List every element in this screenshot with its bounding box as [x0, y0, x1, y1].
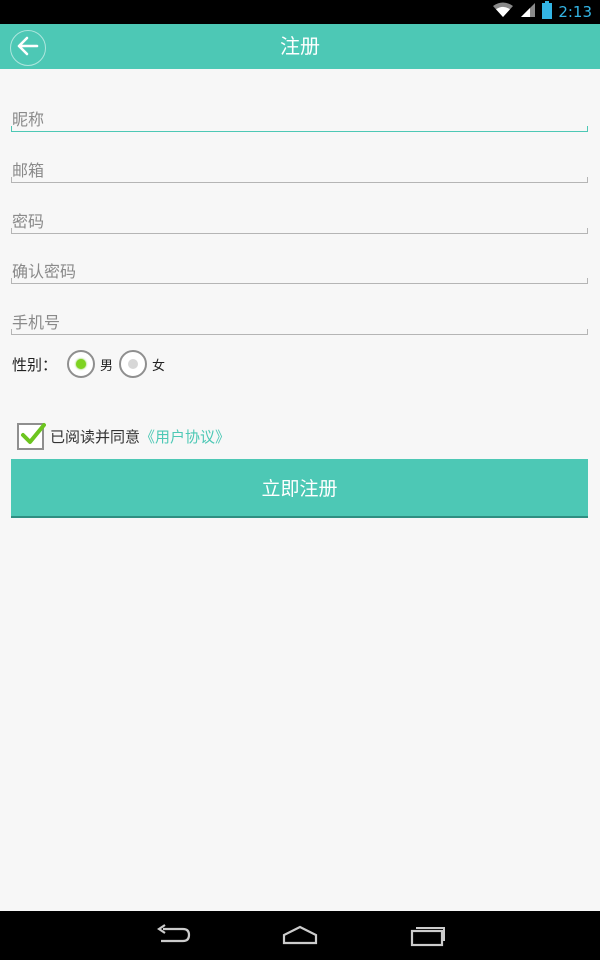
password-underline: [11, 228, 588, 234]
gender-male-radio[interactable]: [67, 350, 96, 378]
page-title: 注册: [280, 34, 320, 58]
user-agreement-link[interactable]: 《用户协议》: [140, 426, 230, 447]
recents-icon[interactable]: [410, 923, 446, 951]
wifi-icon: [492, 2, 514, 22]
back-icon[interactable]: [155, 923, 191, 951]
gender-female-radio[interactable]: [119, 350, 148, 378]
signal-icon: [520, 2, 536, 22]
radio-dot: [76, 359, 87, 369]
battery-icon: [542, 1, 553, 23]
navigation-bar: [0, 911, 600, 960]
checkmark-icon: [20, 421, 46, 451]
email-underline: [11, 177, 588, 183]
agreement-checkbox[interactable]: [17, 421, 46, 451]
confirm-password-underline: [11, 278, 588, 284]
gender-label: 性别：: [12, 355, 58, 374]
gender-row: 性别： 男 女: [12, 348, 171, 380]
home-icon[interactable]: [282, 923, 318, 951]
status-bar: 2:13: [0, 0, 600, 24]
status-time: 2:13: [558, 3, 592, 21]
arrow-left-icon: [17, 36, 39, 60]
nickname-underline: [11, 126, 588, 132]
register-button[interactable]: 立即注册: [11, 459, 588, 518]
radio-dot: [128, 359, 139, 369]
gender-male-label[interactable]: 男: [100, 355, 113, 374]
agreement-text: 已阅读并同意: [50, 427, 141, 446]
phone-underline: [11, 329, 588, 335]
back-button[interactable]: [10, 30, 46, 66]
gender-female-label[interactable]: 女: [152, 355, 165, 374]
status-right: 2:13: [492, 0, 592, 24]
agreement-row: 已阅读并同意 《用户协议》: [17, 421, 230, 451]
app-bar: 注册: [0, 24, 600, 69]
